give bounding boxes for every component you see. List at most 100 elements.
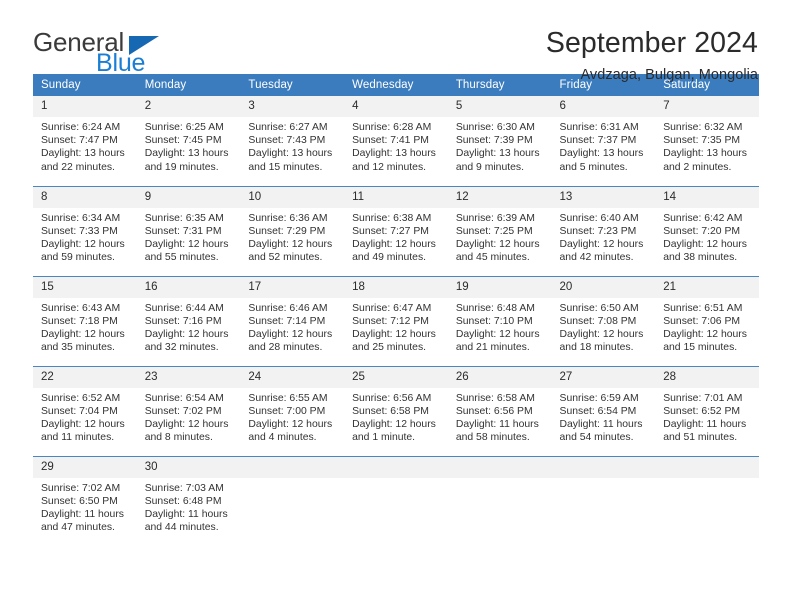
calendar-week-row: 15 Sunrise: 6:43 AM Sunset: 7:18 PM Dayligh… xyxy=(33,275,759,366)
calendar-day-cell[interactable]: 14 Sunrise: 6:42 AM Sunset: 7:20 PM Dayligh… xyxy=(655,185,759,276)
day-number: 23 xyxy=(136,366,241,388)
calendar-week-row: 1 Sunrise: 6:24 AM Sunset: 7:47 PM Daylight… xyxy=(33,96,759,186)
day-number: 13 xyxy=(551,186,656,208)
day-number: 16 xyxy=(136,276,241,298)
day-number: 19 xyxy=(447,276,552,298)
day-number: 28 xyxy=(655,366,759,388)
calendar-day-cell[interactable]: 10 Sunrise: 6:36 AM Sunset: 7:29 PM Dayligh… xyxy=(240,185,345,276)
sunset-text: Sunset: 7:04 PM xyxy=(41,405,118,417)
sunrise-text: Sunrise: 6:58 AM xyxy=(455,392,535,404)
sunset-text: Sunset: 7:20 PM xyxy=(663,225,741,237)
day-number: 5 xyxy=(447,96,552,117)
day-details: Sunrise: 6:32 AM Sunset: 7:35 PM Daylight:… xyxy=(655,117,759,174)
calendar-day-cell[interactable]: 26 Sunrise: 6:58 AM Sunset: 6:56 PM Dayligh… xyxy=(447,365,552,456)
calendar-day-cell[interactable]: 27 Sunrise: 6:59 AM Sunset: 6:54 PM Dayligh… xyxy=(551,365,656,456)
day-number: 2 xyxy=(136,96,241,117)
day-number: 9 xyxy=(136,186,241,208)
sunrise-text: Sunrise: 6:30 AM xyxy=(455,122,535,133)
daylight-text: Daylight: 12 hours and 32 minutes. xyxy=(144,328,229,354)
calendar-day-cell[interactable]: 28 Sunrise: 7:01 AM Sunset: 6:52 PM Dayligh… xyxy=(655,365,759,456)
daylight-text: Daylight: 13 hours and 5 minutes. xyxy=(559,148,644,173)
daylight-text: Daylight: 11 hours and 54 minutes. xyxy=(559,418,643,444)
logo-word-blue: Blue xyxy=(96,49,146,77)
calendar-week-row: 8 Sunrise: 6:34 AM Sunset: 7:33 PM Daylight… xyxy=(33,185,759,276)
day-number: 30 xyxy=(136,456,241,478)
page-header: General Blue September 2024 Avdzaga, Bul… xyxy=(0,0,792,83)
calendar-day-cell[interactable]: 7 Sunrise: 6:32 AM Sunset: 7:35 PM Daylight… xyxy=(655,96,759,186)
general-blue-logo[interactable]: General Blue xyxy=(33,27,165,77)
day-number: 6 xyxy=(551,96,656,117)
calendar-day-cell[interactable]: 8 Sunrise: 6:34 AM Sunset: 7:33 PM Daylight… xyxy=(33,185,137,276)
daylight-text: Daylight: 12 hours and 52 minutes. xyxy=(248,238,333,264)
calendar-day-cell[interactable]: 6 Sunrise: 6:31 AM Sunset: 7:37 PM Daylight… xyxy=(551,96,656,186)
day-number: 24 xyxy=(240,366,345,388)
calendar-day-cell[interactable]: 22 Sunrise: 6:52 AM Sunset: 7:04 PM Dayligh… xyxy=(33,365,137,456)
sunset-text: Sunset: 7:25 PM xyxy=(455,225,533,237)
calendar-day-cell[interactable]: 17 Sunrise: 6:46 AM Sunset: 7:14 PM Dayligh… xyxy=(240,275,345,366)
daylight-text: Daylight: 13 hours and 2 minutes. xyxy=(663,148,747,173)
calendar-day-cell[interactable]: 3 Sunrise: 6:27 AM Sunset: 7:43 PM Daylight… xyxy=(240,96,345,186)
calendar-week-row: 29 Sunrise: 7:02 AM Sunset: 6:50 PM Dayligh… xyxy=(33,455,759,546)
daylight-text: Daylight: 12 hours and 1 minute. xyxy=(352,418,436,444)
daylight-text: Daylight: 11 hours and 58 minutes. xyxy=(455,418,539,444)
day-number: 15 xyxy=(33,276,137,298)
sunset-text: Sunset: 7:33 PM xyxy=(41,225,118,237)
calendar-day-cell[interactable]: 4 Sunrise: 6:28 AM Sunset: 7:41 PM Daylight… xyxy=(344,96,448,186)
daylight-text: Daylight: 11 hours and 51 minutes. xyxy=(663,418,747,444)
sunrise-text: Sunrise: 7:03 AM xyxy=(144,482,224,494)
calendar-day-cell[interactable]: 11 Sunrise: 6:38 AM Sunset: 7:27 PM Dayligh… xyxy=(344,185,448,276)
calendar-empty-cell xyxy=(240,455,345,546)
calendar-day-cell[interactable]: 9 Sunrise: 6:35 AM Sunset: 7:31 PM Daylight… xyxy=(136,185,241,276)
daylight-text: Daylight: 12 hours and 35 minutes. xyxy=(41,328,125,354)
daylight-text: Daylight: 13 hours and 19 minutes. xyxy=(144,148,229,173)
sunrise-text: Sunrise: 6:43 AM xyxy=(41,302,121,314)
day-details: Sunrise: 6:43 AM Sunset: 7:18 PM Daylight:… xyxy=(33,298,137,355)
sunrise-text: Sunrise: 6:32 AM xyxy=(663,122,743,133)
calendar-day-cell[interactable]: 30 Sunrise: 7:03 AM Sunset: 6:48 PM Dayligh… xyxy=(136,455,241,546)
sunset-text: Sunset: 7:31 PM xyxy=(144,225,222,237)
calendar-day-cell[interactable]: 29 Sunrise: 7:02 AM Sunset: 6:50 PM Dayligh… xyxy=(33,455,137,546)
sunset-text: Sunset: 7:18 PM xyxy=(41,315,118,327)
daylight-text: Daylight: 12 hours and 45 minutes. xyxy=(455,238,540,264)
calendar-day-cell[interactable]: 21 Sunrise: 6:51 AM Sunset: 7:06 PM Dayligh… xyxy=(655,275,759,366)
daylight-text: Daylight: 12 hours and 15 minutes. xyxy=(663,328,747,354)
day-number: 20 xyxy=(551,276,656,298)
calendar-day-cell[interactable]: 20 Sunrise: 6:50 AM Sunset: 7:08 PM Dayligh… xyxy=(551,275,656,366)
sunset-text: Sunset: 7:02 PM xyxy=(144,405,222,417)
day-details: Sunrise: 6:48 AM Sunset: 7:10 PM Daylight:… xyxy=(448,298,552,355)
sunrise-text: Sunrise: 6:38 AM xyxy=(352,212,432,224)
sunrise-text: Sunrise: 6:25 AM xyxy=(144,122,224,133)
calendar-day-cell[interactable]: 13 Sunrise: 6:40 AM Sunset: 7:23 PM Dayligh… xyxy=(551,185,656,276)
calendar-day-cell[interactable]: 16 Sunrise: 6:44 AM Sunset: 7:16 PM Dayligh… xyxy=(136,275,241,366)
sunset-text: Sunset: 7:16 PM xyxy=(144,315,222,327)
daylight-text: Daylight: 13 hours and 9 minutes. xyxy=(455,148,540,173)
day-details: Sunrise: 6:40 AM Sunset: 7:23 PM Daylight:… xyxy=(552,208,656,265)
sunset-text: Sunset: 6:48 PM xyxy=(144,495,222,507)
calendar-wrapper: Sunday Monday Tuesday Wednesday Thursday… xyxy=(0,74,792,546)
calendar-day-cell[interactable]: 24 Sunrise: 6:55 AM Sunset: 7:00 PM Dayligh… xyxy=(240,365,345,456)
day-details: Sunrise: 6:28 AM Sunset: 7:41 PM Daylight:… xyxy=(344,117,448,174)
calendar-day-cell[interactable]: 12 Sunrise: 6:39 AM Sunset: 7:25 PM Dayligh… xyxy=(447,185,552,276)
sunrise-text: Sunrise: 6:34 AM xyxy=(41,212,121,224)
day-number: 3 xyxy=(240,96,345,117)
calendar-day-cell[interactable]: 1 Sunrise: 6:24 AM Sunset: 7:47 PM Daylight… xyxy=(33,96,137,186)
calendar-body: 1 Sunrise: 6:24 AM Sunset: 7:47 PM Daylight… xyxy=(33,96,759,546)
calendar-day-cell[interactable]: 2 Sunrise: 6:25 AM Sunset: 7:45 PM Daylight… xyxy=(136,96,241,186)
sunrise-text: Sunrise: 6:28 AM xyxy=(352,122,432,133)
day-number: 8 xyxy=(33,186,137,208)
sunset-text: Sunset: 7:23 PM xyxy=(559,225,637,237)
calendar-day-cell[interactable]: 15 Sunrise: 6:43 AM Sunset: 7:18 PM Dayligh… xyxy=(33,275,137,366)
day-number: 26 xyxy=(447,366,552,388)
calendar-day-cell[interactable]: 5 Sunrise: 6:30 AM Sunset: 7:39 PM Daylight… xyxy=(447,96,552,186)
calendar-day-cell[interactable]: 23 Sunrise: 6:54 AM Sunset: 7:02 PM Dayligh… xyxy=(136,365,241,456)
title-block: September 2024 Avdzaga, Bulgan, Mongolia xyxy=(546,27,758,83)
sunset-text: Sunset: 7:37 PM xyxy=(559,135,637,147)
day-details: Sunrise: 7:02 AM Sunset: 6:50 PM Daylight:… xyxy=(33,478,137,535)
daylight-text: Daylight: 12 hours and 11 minutes. xyxy=(41,418,125,444)
calendar-day-cell[interactable]: 25 Sunrise: 6:56 AM Sunset: 6:58 PM Dayligh… xyxy=(344,365,448,456)
sunrise-text: Sunrise: 6:54 AM xyxy=(144,392,224,404)
day-number xyxy=(240,456,345,478)
calendar-day-cell[interactable]: 19 Sunrise: 6:48 AM Sunset: 7:10 PM Dayligh… xyxy=(447,275,552,366)
sunset-text: Sunset: 7:29 PM xyxy=(248,225,326,237)
calendar-day-cell[interactable]: 18 Sunrise: 6:47 AM Sunset: 7:12 PM Dayligh… xyxy=(344,275,448,366)
